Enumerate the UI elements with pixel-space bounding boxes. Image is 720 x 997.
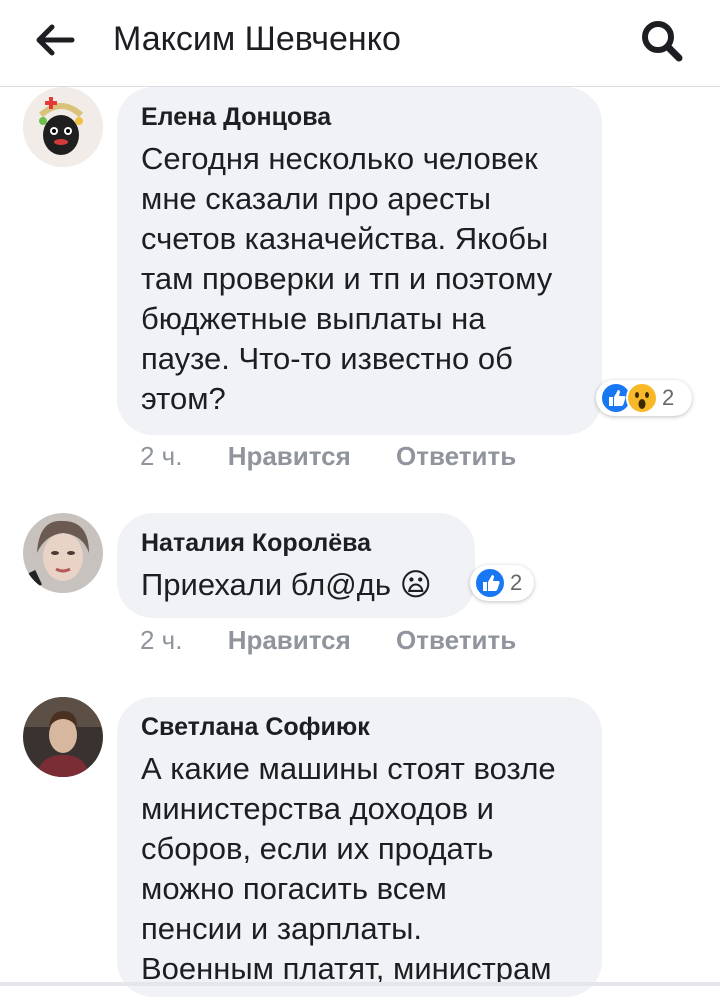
like-icon [474, 567, 506, 599]
comment-bubble: Наталия Королёва Приехали бл@дь 😦 [117, 513, 475, 618]
comment-bubble: Светлана Софиюк А какие машины стоят воз… [117, 697, 602, 997]
comment-actions: 2 ч. Нравится Ответить [140, 624, 516, 656]
reaction-summary[interactable]: 2 [470, 565, 534, 601]
avatar[interactable] [23, 697, 103, 777]
top-bar: Максим Шевченко [0, 0, 720, 87]
comment-timestamp[interactable]: 2 ч. [140, 624, 182, 656]
reaction-count: 2 [510, 570, 523, 595]
comment-author[interactable]: Елена Донцова [141, 101, 578, 133]
comment-timestamp[interactable]: 2 ч. [140, 440, 182, 472]
avatar[interactable] [23, 87, 103, 167]
comment-text: А какие машины стоят возле министерства … [141, 751, 556, 986]
divider [0, 982, 720, 986]
comment-actions: 2 ч. Нравится Ответить [140, 440, 516, 472]
search-icon [642, 21, 683, 62]
avatar[interactable] [23, 513, 103, 593]
reaction-count: 2 [662, 385, 675, 410]
comment-text: Приехали бл@дь 😦 [141, 567, 432, 602]
reaction-summary[interactable]: 2 [596, 380, 692, 416]
comment-bubble: Елена Донцова Сегодня несколько человек … [117, 87, 602, 435]
page-title: Максим Шевченко [113, 20, 401, 58]
search-button[interactable] [636, 16, 688, 66]
wow-icon [626, 382, 658, 414]
like-button[interactable]: Нравится [228, 624, 351, 656]
like-button[interactable]: Нравится [228, 440, 351, 472]
reply-button[interactable]: Ответить [396, 440, 516, 472]
comment-author[interactable]: Светлана Софиюк [141, 711, 578, 743]
comment-author[interactable]: Наталия Королёва [141, 527, 451, 559]
reply-button[interactable]: Ответить [396, 624, 516, 656]
arrow-left-icon [36, 24, 75, 56]
comment-text: Сегодня несколько человек мне сказали пр… [141, 141, 553, 416]
back-button[interactable] [30, 18, 80, 62]
